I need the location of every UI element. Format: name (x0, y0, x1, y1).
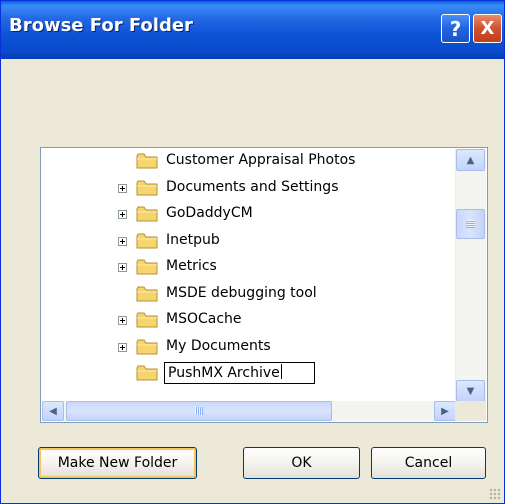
chevron-down-icon: ▼ (466, 385, 475, 397)
close-button[interactable]: X (473, 14, 502, 43)
close-icon: X (480, 18, 495, 39)
tree-item-label: Customer Appraisal Photos (166, 152, 356, 168)
folder-tree-list: Customer Appraisal Photos Documents and S… (42, 149, 456, 402)
folder-icon (136, 312, 158, 328)
tree-item-label: Metrics (166, 258, 217, 274)
resize-grip-icon[interactable] (489, 488, 501, 500)
tree-item[interactable]: My Documents (42, 335, 456, 361)
tree-item[interactable]: PushMX Archive (42, 361, 456, 387)
folder-icon (136, 180, 158, 196)
tree-item[interactable]: Inetpub (42, 229, 456, 255)
tree-item-label: My Documents (166, 337, 271, 354)
tree-item[interactable]: MSDE debugging tool (42, 282, 456, 308)
expand-icon[interactable] (118, 263, 127, 272)
horizontal-scrollbar[interactable]: ◀ ▶ (42, 401, 456, 421)
horizontal-scroll-thumb[interactable] (66, 401, 332, 421)
scrollbar-corner (455, 401, 486, 421)
text-caret (280, 364, 282, 379)
tree-item[interactable]: Documents and Settings (42, 176, 456, 202)
chevron-right-icon: ▶ (441, 405, 449, 417)
ok-label: OK (291, 455, 312, 471)
make-new-folder-label: Make New Folder (57, 455, 178, 471)
scroll-up-button[interactable]: ▲ (456, 149, 485, 171)
tree-item[interactable]: GoDaddyCM (42, 202, 456, 228)
expand-icon[interactable] (118, 210, 127, 219)
browse-for-folder-dialog: Browse For Folder ? X Customer Appraisal… (0, 0, 505, 504)
rename-input[interactable]: PushMX Archive (164, 362, 315, 384)
tree-item-label: Inetpub (166, 231, 220, 248)
help-button[interactable]: ? (441, 14, 470, 43)
folder-icon (136, 365, 158, 381)
vertical-scroll-thumb[interactable] (456, 209, 485, 239)
tree-item-label: MSOCache (166, 311, 242, 327)
tree-item[interactable]: Metrics (42, 255, 456, 281)
folder-icon (136, 339, 158, 355)
scroll-down-button[interactable]: ▼ (456, 380, 485, 402)
grip-icon (195, 407, 203, 415)
window-title: Browse For Folder (9, 15, 193, 36)
folder-icon (136, 286, 158, 302)
ok-button[interactable]: OK (243, 447, 360, 479)
folder-tree[interactable]: Customer Appraisal Photos Documents and S… (40, 147, 488, 423)
grip-icon (466, 220, 475, 228)
expand-icon[interactable] (118, 342, 127, 352)
tree-item-label: Documents and Settings (166, 178, 339, 195)
tree-item-label: MSDE debugging tool (166, 284, 317, 301)
rename-input-value: PushMX Archive (168, 365, 280, 381)
expand-icon[interactable] (118, 183, 127, 193)
folder-icon (136, 153, 158, 169)
chevron-up-icon: ▲ (466, 154, 475, 166)
folder-icon (136, 259, 158, 275)
folder-icon (136, 206, 158, 222)
help-icon: ? (449, 16, 462, 41)
tree-item[interactable]: Customer Appraisal Photos (42, 149, 456, 175)
title-bar[interactable]: Browse For Folder ? X (1, 1, 504, 59)
expand-icon[interactable] (118, 236, 127, 246)
vertical-scrollbar[interactable]: ▲ ▼ (455, 149, 486, 402)
folder-icon (136, 233, 158, 249)
scroll-right-button[interactable]: ▶ (434, 401, 456, 421)
tree-item[interactable]: MSOCache (42, 308, 456, 334)
tree-item-label: GoDaddyCM (166, 205, 253, 221)
cancel-button[interactable]: Cancel (371, 447, 486, 479)
chevron-left-icon: ◀ (49, 405, 57, 417)
make-new-folder-button[interactable]: Make New Folder (38, 447, 197, 479)
expand-icon[interactable] (118, 316, 127, 325)
cancel-label: Cancel (404, 455, 453, 471)
scroll-left-button[interactable]: ◀ (42, 401, 64, 421)
